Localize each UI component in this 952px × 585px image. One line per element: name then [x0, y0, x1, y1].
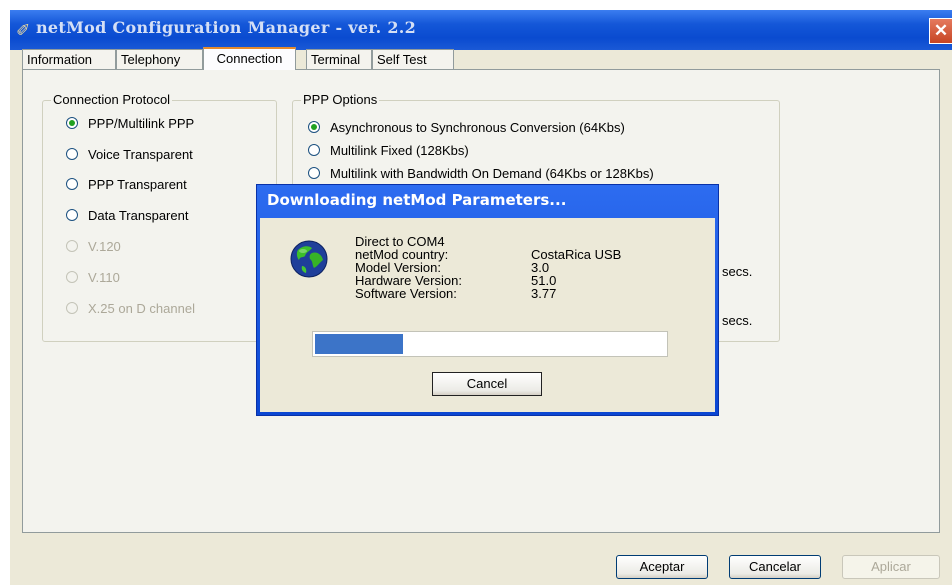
- dialog-cancel-button[interactable]: Cancel: [432, 372, 542, 396]
- close-icon: ✕: [933, 21, 949, 40]
- tab-information[interactable]: Information: [22, 49, 116, 69]
- radio-button[interactable]: [66, 117, 78, 129]
- progress-fill: [315, 334, 403, 354]
- radio-button[interactable]: [66, 209, 78, 221]
- radio-label: PPP/Multilink PPP: [88, 116, 195, 131]
- dialog-body: Direct to COM4 netMod country: Model Ver…: [260, 218, 715, 412]
- radio-label: Data Transparent: [88, 208, 189, 223]
- radio-button[interactable]: [308, 144, 320, 156]
- dialog-title[interactable]: Downloading netMod Parameters...: [267, 191, 566, 209]
- window-title: netMod Configuration Manager - ver. 2.2: [36, 18, 417, 37]
- radio-label: Voice Transparent: [88, 147, 193, 162]
- secs-label: secs.: [722, 313, 753, 328]
- tab-self-test[interactable]: Self Test: [372, 49, 454, 69]
- software-version-value: 3.77: [531, 286, 557, 301]
- tab-terminal[interactable]: Terminal: [306, 49, 372, 69]
- radio-label: X.25 on D channel: [88, 301, 195, 316]
- group-label: PPP Options: [301, 92, 380, 107]
- radio-button: [66, 240, 78, 252]
- radio-label: Multilink with Bandwidth On Demand (64Kb…: [330, 166, 654, 181]
- close-button[interactable]: ✕: [929, 18, 952, 44]
- radio-button[interactable]: [308, 121, 320, 133]
- radio-label: V.120: [88, 239, 121, 254]
- radio-button[interactable]: [66, 148, 78, 160]
- software-version-label: Software Version:: [355, 286, 457, 301]
- radio-button[interactable]: [66, 178, 78, 190]
- info-labels: Direct to COM4 netMod country: Model Ver…: [355, 235, 462, 300]
- download-dialog: Downloading netMod Parameters... Direct …: [256, 184, 719, 416]
- radio-button: [66, 302, 78, 314]
- radio-label: Multilink Fixed (128Kbs): [330, 143, 469, 158]
- app-icon: ✐: [16, 21, 31, 40]
- ok-button[interactable]: Aceptar: [616, 555, 708, 579]
- radio-label: PPP Transparent: [88, 177, 187, 192]
- radio-label: Asynchronous to Synchronous Conversion (…: [330, 120, 625, 135]
- radio-button: [66, 271, 78, 283]
- tab-connection[interactable]: Connection: [203, 47, 296, 70]
- radio-label: V.110: [88, 270, 120, 285]
- title-bar[interactable]: ✐ netMod Configuration Manager - ver. 2.…: [10, 10, 952, 50]
- secs-label: secs.: [722, 264, 753, 279]
- cancel-button[interactable]: Cancelar: [729, 555, 821, 579]
- info-values: CostaRica USB 3.0 51.0 3.77: [531, 248, 621, 300]
- group-label: Connection Protocol: [51, 92, 173, 107]
- radio-button[interactable]: [308, 167, 320, 179]
- tab-telephony[interactable]: Telephony: [116, 49, 203, 69]
- globe-icon: [290, 240, 328, 278]
- progress-bar: [312, 331, 668, 357]
- apply-button: Aplicar: [842, 555, 940, 579]
